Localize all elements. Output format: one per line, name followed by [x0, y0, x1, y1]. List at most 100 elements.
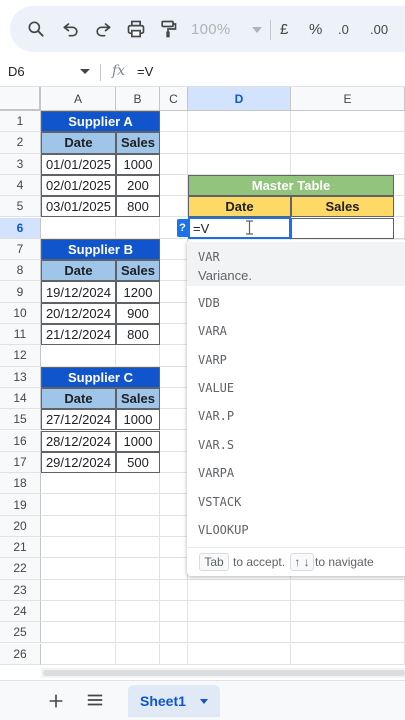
- row-header[interactable]: 19: [0, 494, 41, 516]
- grid-cell[interactable]: [160, 111, 188, 133]
- autocomplete-item[interactable]: VALUE: [198, 381, 234, 395]
- table-cell[interactable]: 1000: [116, 430, 160, 452]
- supplier-c-sales-header[interactable]: Sales: [116, 387, 160, 410]
- grid-cell[interactable]: [116, 473, 160, 495]
- all-sheets-menu-icon[interactable]: [86, 691, 106, 711]
- grid-cell[interactable]: [188, 622, 291, 644]
- row-header[interactable]: 18: [0, 473, 41, 495]
- row-header[interactable]: 22: [0, 558, 41, 580]
- grid-cell[interactable]: [41, 473, 116, 495]
- paint-format-icon[interactable]: [158, 16, 178, 42]
- grid-cell[interactable]: [188, 111, 291, 133]
- grid-cell[interactable]: [160, 473, 188, 495]
- add-sheet-icon[interactable]: [44, 689, 68, 713]
- supplier-b-sales-header[interactable]: Sales: [116, 260, 160, 282]
- row-header[interactable]: 16: [0, 430, 41, 452]
- grid-cell[interactable]: [188, 643, 291, 665]
- grid-cell[interactable]: [41, 579, 116, 601]
- currency-format-button[interactable]: £: [280, 16, 288, 42]
- table-cell[interactable]: 500: [116, 451, 160, 474]
- master-sales-cell[interactable]: [291, 217, 394, 239]
- grid-cell[interactable]: [188, 579, 291, 601]
- undo-icon[interactable]: [61, 16, 81, 42]
- table-cell[interactable]: 03/01/2025: [41, 196, 116, 218]
- grid-cell[interactable]: [41, 217, 116, 239]
- grid-cell[interactable]: [41, 643, 116, 665]
- table-cell[interactable]: 29/12/2024: [41, 451, 116, 474]
- master-sales-header[interactable]: Sales: [291, 196, 394, 218]
- table-cell[interactable]: 21/12/2024: [41, 324, 116, 346]
- search-icon[interactable]: [26, 16, 46, 42]
- row-header[interactable]: 25: [0, 622, 41, 644]
- formula-help-badge[interactable]: ?: [177, 219, 188, 237]
- grid-cell[interactable]: [160, 302, 188, 324]
- grid-cell[interactable]: [291, 622, 405, 644]
- grid-cell[interactable]: [160, 515, 188, 537]
- row-header[interactable]: 23: [0, 579, 41, 601]
- table-cell[interactable]: 800: [116, 196, 160, 218]
- grid-cell[interactable]: [160, 153, 188, 175]
- redo-icon[interactable]: [93, 16, 113, 42]
- supplier-b-date-header[interactable]: Date: [41, 260, 116, 282]
- column-header-e[interactable]: E: [291, 87, 405, 111]
- column-header-c[interactable]: C: [160, 87, 188, 111]
- row-header[interactable]: 6: [0, 217, 41, 239]
- table-cell[interactable]: 800: [116, 324, 160, 346]
- grid-cell[interactable]: [116, 537, 160, 559]
- row-header[interactable]: 7: [0, 238, 41, 261]
- table-cell[interactable]: 27/12/2024: [41, 409, 116, 431]
- table-cell[interactable]: 20/12/2024: [41, 302, 116, 324]
- zoom-select[interactable]: 100%: [191, 16, 231, 42]
- grid-cell[interactable]: [116, 345, 160, 367]
- row-header[interactable]: 4: [0, 174, 41, 197]
- percent-format-button[interactable]: %: [309, 16, 322, 42]
- grid-cell[interactable]: [291, 600, 405, 623]
- row-header[interactable]: 2: [0, 132, 41, 154]
- autocomplete-item[interactable]: VSTACK: [198, 495, 241, 509]
- grid-cell[interactable]: [41, 600, 116, 623]
- active-cell-editor[interactable]: =V: [188, 217, 291, 239]
- grid-cell[interactable]: [41, 558, 116, 580]
- grid-cell[interactable]: [160, 132, 188, 154]
- row-header[interactable]: 5: [0, 196, 41, 218]
- grid-cell[interactable]: [160, 260, 188, 282]
- autocomplete-item[interactable]: VARA: [198, 324, 227, 338]
- row-header[interactable]: 11: [0, 324, 41, 346]
- grid-cell[interactable]: [41, 345, 116, 367]
- grid-cell[interactable]: [116, 558, 160, 580]
- supplier-a-sales-header[interactable]: Sales: [116, 132, 160, 154]
- row-header[interactable]: 13: [0, 366, 41, 388]
- grid-cell[interactable]: [160, 196, 188, 218]
- grid-cell[interactable]: [116, 600, 160, 623]
- row-header[interactable]: 9: [0, 281, 41, 303]
- column-header-a[interactable]: A: [41, 87, 116, 111]
- grid-cell[interactable]: [116, 622, 160, 644]
- master-date-header[interactable]: Date: [188, 196, 291, 218]
- table-cell[interactable]: 1000: [116, 153, 160, 175]
- name-box-dropdown-icon[interactable]: [80, 69, 90, 74]
- supplier-c-date-header[interactable]: Date: [41, 387, 116, 410]
- autocomplete-item[interactable]: VAR.P: [198, 409, 234, 423]
- grid-cell[interactable]: [160, 451, 188, 474]
- grid-cell[interactable]: [291, 132, 405, 154]
- grid-cell[interactable]: [160, 600, 188, 623]
- grid-cell[interactable]: [291, 153, 405, 175]
- grid-cell[interactable]: [188, 600, 291, 623]
- master-table-title[interactable]: Master Table: [188, 174, 394, 197]
- decrease-decimal-button[interactable]: .0: [338, 16, 349, 42]
- table-cell[interactable]: 01/01/2025: [41, 153, 116, 175]
- grid-cell[interactable]: [160, 281, 188, 303]
- grid-cell[interactable]: [188, 153, 291, 175]
- row-header[interactable]: 20: [0, 515, 41, 537]
- increase-decimal-button[interactable]: .00: [370, 16, 388, 42]
- grid-cell[interactable]: [116, 494, 160, 516]
- column-header-d[interactable]: D: [188, 87, 291, 111]
- autocomplete-item[interactable]: VARP: [198, 353, 227, 367]
- grid-cell[interactable]: [160, 558, 188, 580]
- row-header[interactable]: 26: [0, 643, 41, 665]
- row-header[interactable]: 14: [0, 387, 41, 410]
- supplier-c-title[interactable]: Supplier C: [41, 366, 160, 388]
- autocomplete-item[interactable]: VAR.S: [198, 438, 234, 452]
- grid-cell[interactable]: [160, 494, 188, 516]
- grid-cell[interactable]: [160, 387, 188, 410]
